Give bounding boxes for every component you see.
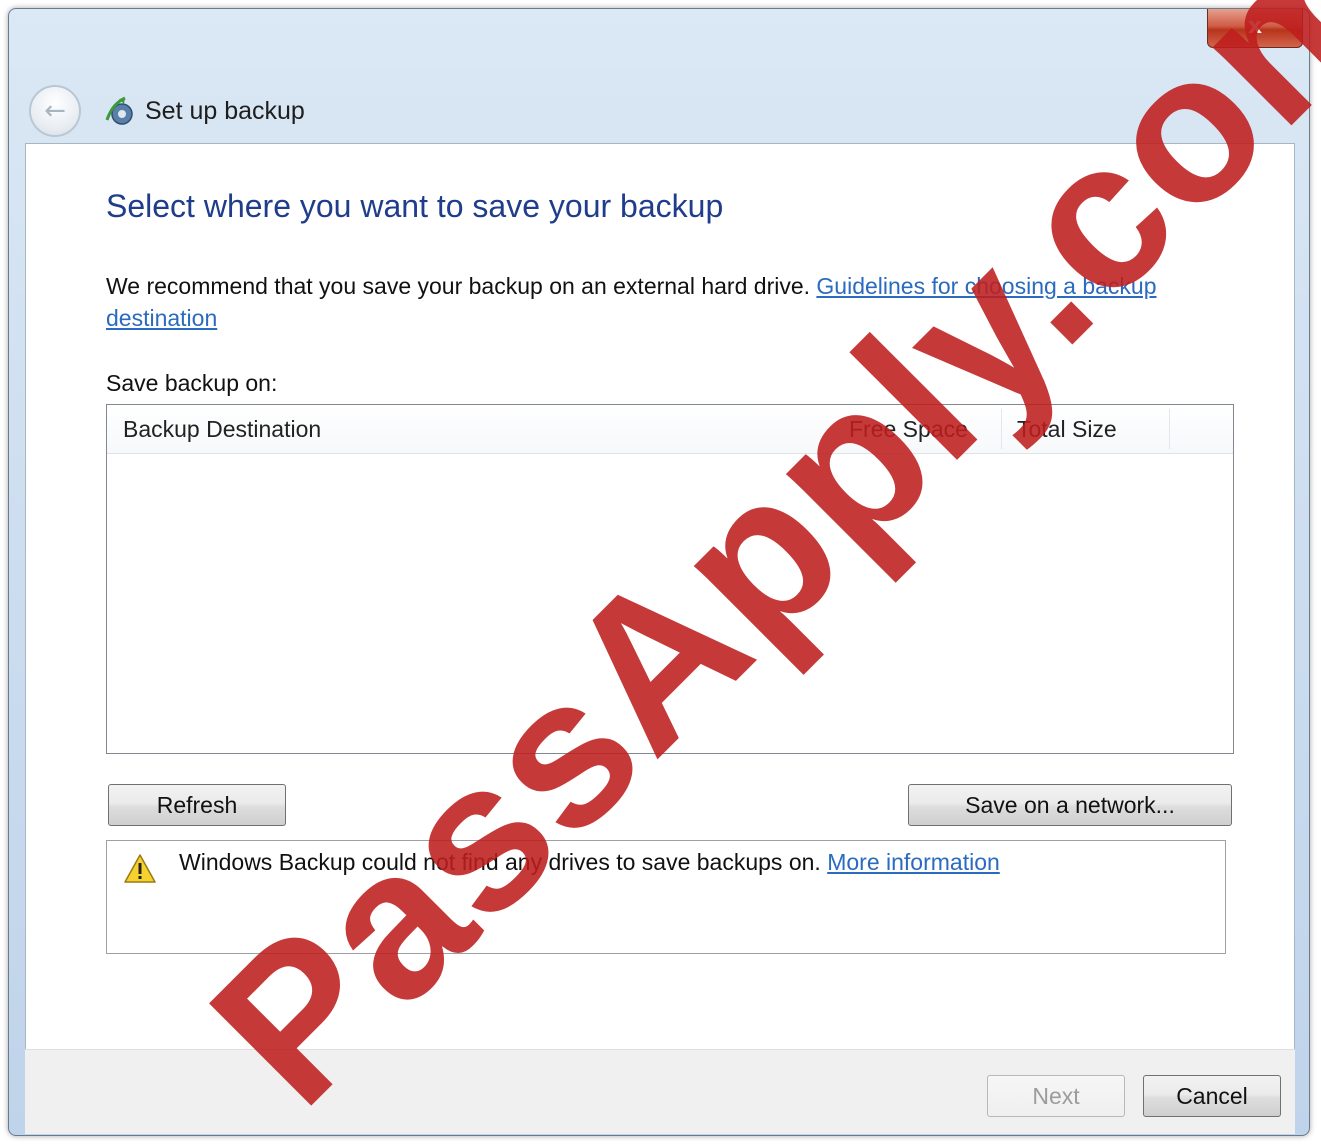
backup-destination-list[interactable]: Backup Destination Free Space Total Size	[106, 404, 1234, 754]
column-header-free-space[interactable]: Free Space	[849, 405, 968, 453]
setup-backup-window: x ← Set up backup Select where you want …	[8, 8, 1310, 1136]
column-divider	[1169, 409, 1170, 449]
recommendation-sentence: We recommend that you save your backup o…	[106, 273, 817, 299]
content-panel: Select where you want to save your backu…	[25, 143, 1295, 1051]
back-arrow-icon: ←	[44, 96, 66, 126]
warning-message: Windows Backup could not find any drives…	[179, 849, 1000, 876]
window-title: Set up backup	[145, 96, 305, 125]
warning-icon	[124, 854, 156, 883]
page-title: Select where you want to save your backu…	[106, 188, 724, 224]
list-header: Backup Destination Free Space Total Size	[107, 405, 1233, 454]
close-button[interactable]: x	[1207, 9, 1303, 48]
save-backup-on-label: Save backup on:	[106, 370, 278, 396]
cancel-button[interactable]: Cancel	[1143, 1075, 1281, 1117]
column-header-backup-destination[interactable]: Backup Destination	[123, 405, 321, 453]
column-divider	[1001, 409, 1002, 449]
more-information-link[interactable]: More information	[827, 849, 1000, 875]
warning-text: Windows Backup could not find any drives…	[179, 849, 828, 875]
warning-panel: Windows Backup could not find any drives…	[106, 840, 1226, 954]
column-header-total-size[interactable]: Total Size	[1017, 405, 1117, 453]
footer-bar: Next Cancel	[25, 1049, 1295, 1134]
title-row: ← Set up backup	[29, 85, 305, 137]
refresh-button[interactable]: Refresh	[108, 784, 286, 826]
backup-app-icon	[105, 96, 133, 125]
recommendation-text: We recommend that you save your backup o…	[106, 270, 1246, 334]
save-on-network-button[interactable]: Save on a network...	[908, 784, 1232, 826]
next-button[interactable]: Next	[987, 1075, 1125, 1117]
back-button[interactable]: ←	[29, 85, 81, 137]
